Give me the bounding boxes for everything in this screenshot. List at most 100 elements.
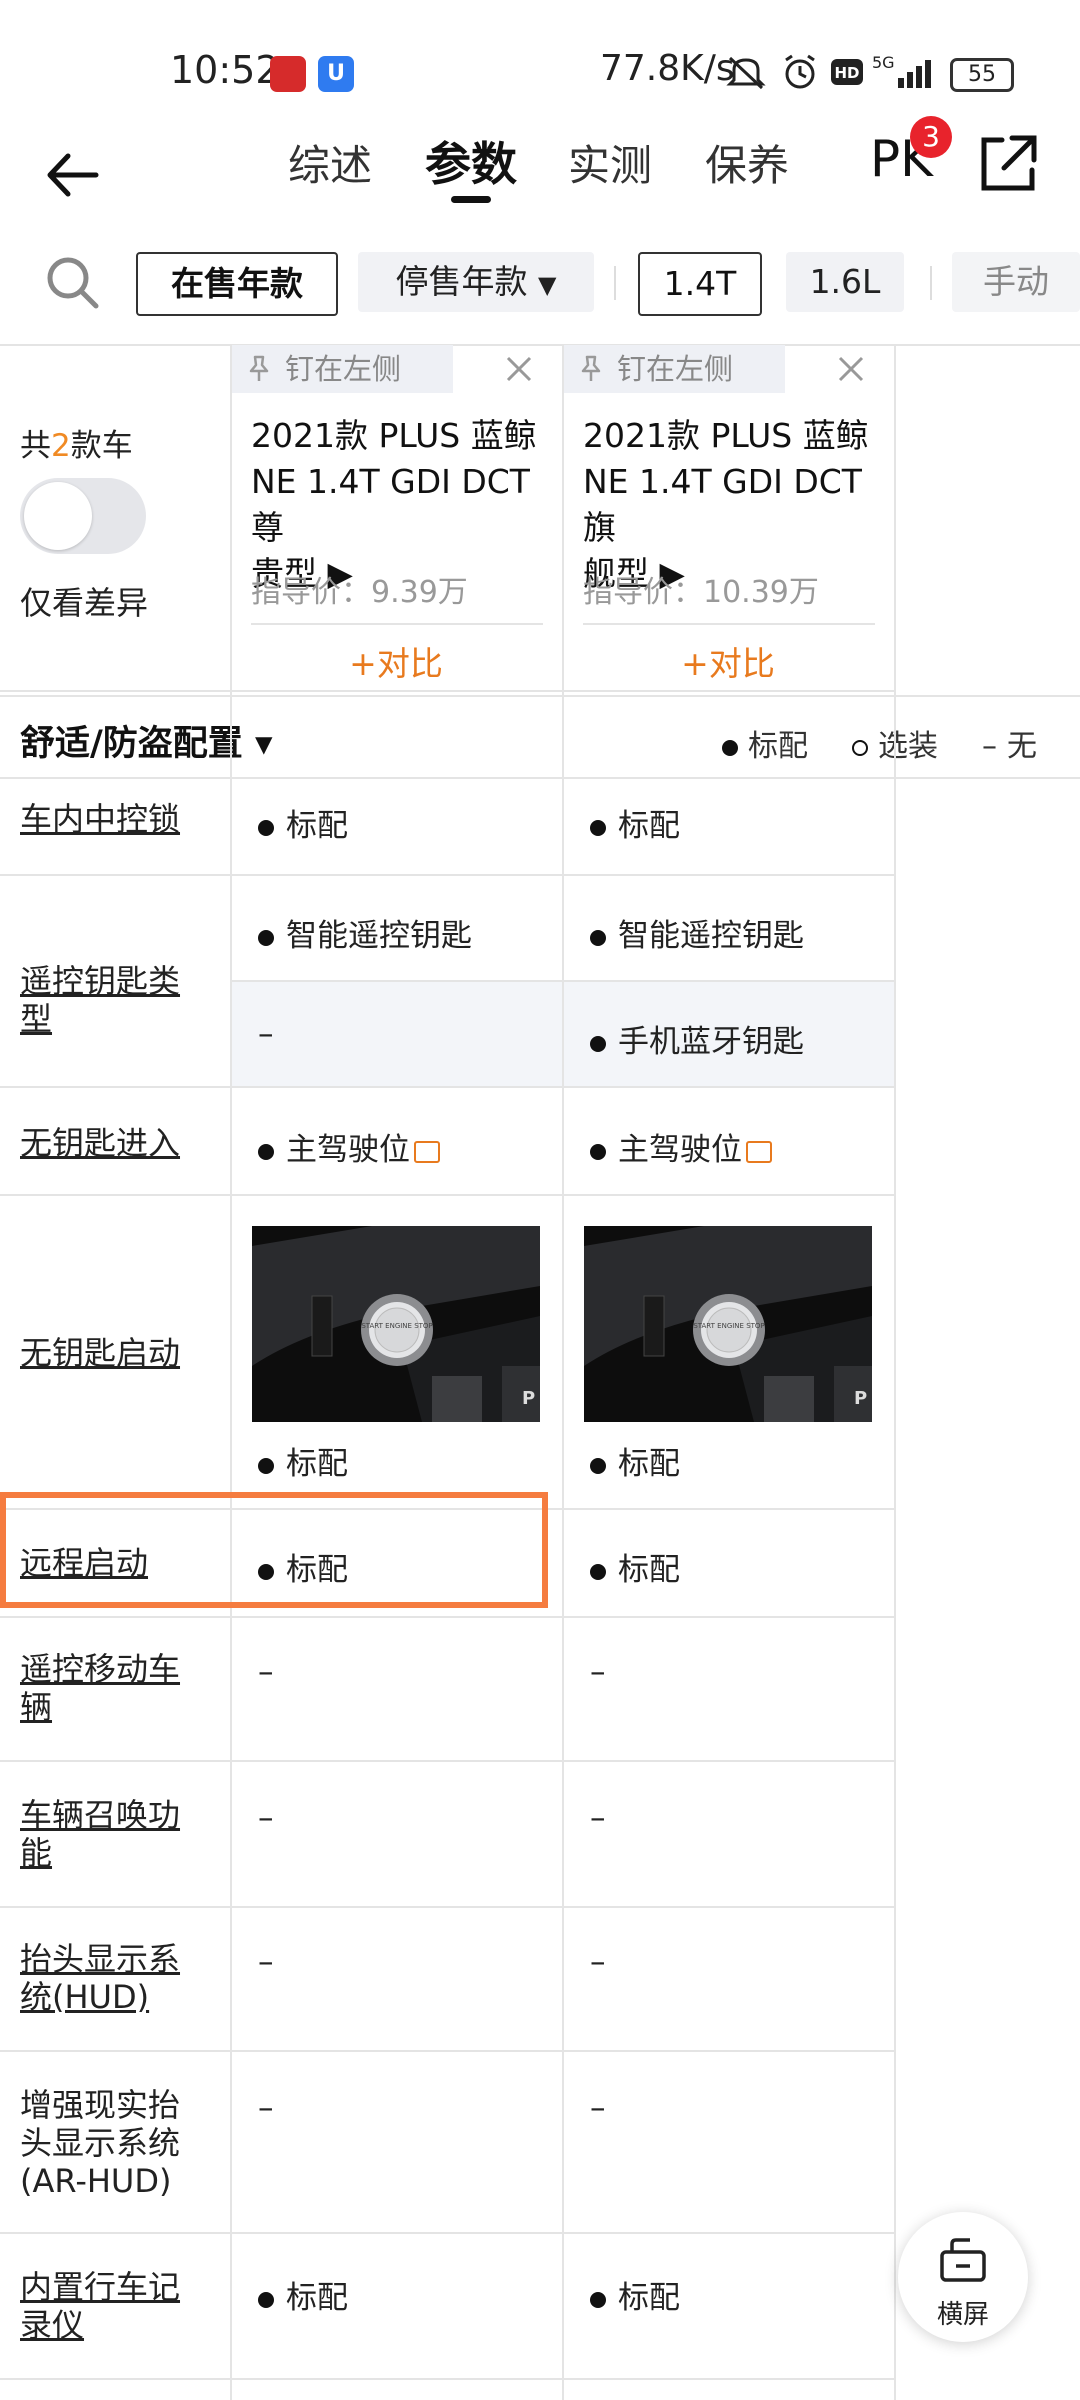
car-count-suffix: 款车 bbox=[70, 428, 133, 464]
image-icon[interactable] bbox=[414, 1140, 440, 1163]
legend-label: 标配 bbox=[748, 729, 808, 764]
divider bbox=[0, 1194, 894, 1196]
row-label-central-lock[interactable]: 车内中控锁 bbox=[20, 800, 200, 838]
status-time: 10:52 bbox=[170, 48, 280, 92]
pin-label: 钉在左侧 bbox=[617, 352, 734, 386]
cell-value: – bbox=[590, 1944, 606, 1980]
share-icon[interactable] bbox=[976, 132, 1040, 196]
pin-icon bbox=[581, 355, 601, 381]
chip-discontinued-years[interactable]: 停售年款 ▼ bbox=[358, 252, 594, 312]
cell-text: 标配 bbox=[618, 808, 680, 844]
back-arrow-icon[interactable] bbox=[40, 140, 110, 210]
divider bbox=[232, 980, 894, 982]
tab-params[interactable]: 参数 bbox=[425, 128, 517, 194]
cell-value: – bbox=[590, 1800, 606, 1836]
start-button-photo[interactable]: P START ENGINE STOP bbox=[252, 1226, 540, 1422]
cell-text: 标配 bbox=[618, 1446, 680, 1482]
add-compare-button[interactable]: +对比 bbox=[231, 637, 561, 685]
svg-text:5G: 5G bbox=[872, 53, 895, 72]
landscape-label: 横屏 bbox=[936, 2300, 989, 2330]
cell-text: 标配 bbox=[618, 2280, 680, 2316]
alarm-icon bbox=[780, 54, 820, 89]
cell-value: 标配 bbox=[590, 1438, 680, 1483]
section-title-dropdown[interactable]: 舒适/防盗配置 ▾ bbox=[20, 715, 273, 766]
cell-value: – bbox=[590, 2090, 606, 2126]
car-column-header: 钉在左侧 2021款 PLUS 蓝鲸 NE 1.4T GDI DCT尊 贵型 ▶… bbox=[231, 345, 561, 690]
cell-text: 标配 bbox=[286, 808, 348, 844]
image-icon[interactable] bbox=[746, 1140, 772, 1163]
cell-value: – bbox=[258, 1016, 274, 1052]
tab-maintenance[interactable]: 保养 bbox=[705, 132, 789, 193]
filled-dot-icon bbox=[258, 1457, 274, 1474]
cell-value: 标配 bbox=[258, 800, 348, 845]
chip-manual[interactable]: 手动 bbox=[952, 252, 1080, 312]
car-name-line: NE 1.4T GDI DCT旗 bbox=[583, 462, 862, 547]
tab-test[interactable]: 实测 bbox=[568, 132, 652, 193]
cell-text: 主驾驶位 bbox=[286, 1132, 410, 1168]
pin-left-button[interactable]: 钉在左侧 bbox=[231, 345, 453, 393]
search-icon[interactable] bbox=[42, 252, 102, 312]
divider bbox=[251, 623, 543, 625]
row-label-keyless-entry[interactable]: 无钥匙进入 bbox=[20, 1124, 200, 1162]
landscape-button[interactable]: 横屏 bbox=[898, 2212, 1028, 2342]
row-label-remote-move[interactable]: 遥控移动车 辆 bbox=[20, 1650, 200, 1726]
cell-value: – bbox=[258, 1800, 274, 1836]
cell-value: 手机蓝牙钥匙 bbox=[590, 1016, 804, 1061]
divider bbox=[0, 690, 894, 692]
divider bbox=[0, 2050, 894, 2052]
pk-count-badge: 3 bbox=[910, 116, 952, 158]
filled-dot-icon bbox=[590, 1143, 606, 1160]
dropdown-triangle-icon: ▼ bbox=[538, 271, 557, 299]
close-icon[interactable] bbox=[505, 355, 533, 383]
row-label-dashcam[interactable]: 内置行车记 录仪 bbox=[20, 2268, 200, 2344]
legend-label: 无 bbox=[1007, 729, 1037, 764]
row-label-keyless-start[interactable]: 无钥匙启动 bbox=[20, 1334, 200, 1372]
car-price: 指导价：10.39万 bbox=[583, 575, 819, 610]
add-compare-button[interactable]: +对比 bbox=[563, 637, 893, 685]
start-button-photo[interactable]: P START ENGINE STOP bbox=[584, 1226, 872, 1422]
chip-discontinued-label: 停售年款 bbox=[395, 262, 528, 301]
chip-1-6l[interactable]: 1.6L bbox=[786, 252, 904, 312]
car-count-prefix: 共 bbox=[20, 428, 51, 464]
pin-left-button[interactable]: 钉在左侧 bbox=[563, 345, 785, 393]
top-nav: 综述 参数 实测 保养 PK 3 bbox=[0, 116, 1080, 230]
divider bbox=[583, 623, 875, 625]
cell-text: 智能遥控钥匙 bbox=[618, 918, 804, 954]
chip-on-sale-years[interactable]: 在售年款 bbox=[136, 252, 338, 316]
close-icon[interactable] bbox=[837, 355, 865, 383]
section-header: 舒适/防盗配置 ▾ 标配 选装 – 无 bbox=[0, 695, 1080, 779]
filled-dot-icon bbox=[590, 1563, 606, 1580]
legend-label: 选装 bbox=[878, 729, 938, 764]
car-count-number: 2 bbox=[51, 428, 71, 464]
chip-1-4t[interactable]: 1.4T bbox=[638, 252, 762, 316]
filled-dot-icon bbox=[590, 1457, 606, 1474]
divider bbox=[894, 345, 896, 2400]
row-label-summon[interactable]: 车辆召唤功 能 bbox=[20, 1796, 200, 1872]
divider bbox=[0, 2378, 894, 2380]
filled-dot-icon bbox=[590, 929, 606, 946]
cell-text: 标配 bbox=[618, 1552, 680, 1588]
cell-value: 主驾驶位 bbox=[258, 1124, 440, 1169]
tab-overview[interactable]: 综述 bbox=[288, 132, 372, 193]
row-label-line: 录仪 bbox=[20, 2306, 85, 2344]
cell-value: 标配 bbox=[590, 2272, 680, 2317]
diff-only-toggle[interactable] bbox=[20, 478, 146, 554]
battery-indicator: 55 bbox=[950, 58, 1014, 92]
row-label-line: 辆 bbox=[20, 1688, 53, 1726]
car-count: 共2款车 bbox=[20, 420, 133, 465]
filled-dot-icon bbox=[722, 739, 738, 756]
row-label-line: 头显示系统 bbox=[20, 2124, 181, 2162]
cell-text: 标配 bbox=[286, 2280, 348, 2316]
divider bbox=[0, 1906, 894, 1908]
cell-value: 标配 bbox=[258, 1438, 348, 1483]
mute-icon bbox=[726, 54, 766, 90]
svg-text:P: P bbox=[522, 1388, 535, 1409]
filled-dot-icon bbox=[590, 2291, 606, 2308]
signal-icon: 5G bbox=[872, 52, 942, 88]
divider bbox=[0, 2232, 894, 2234]
highlight-box bbox=[0, 1492, 548, 1608]
row-label-remote-key-type[interactable]: 遥控钥匙类型 bbox=[20, 962, 200, 1038]
pin-icon bbox=[249, 355, 269, 381]
row-label-hud[interactable]: 抬头显示系 统(HUD) bbox=[20, 1940, 200, 2016]
filled-dot-icon bbox=[258, 929, 274, 946]
